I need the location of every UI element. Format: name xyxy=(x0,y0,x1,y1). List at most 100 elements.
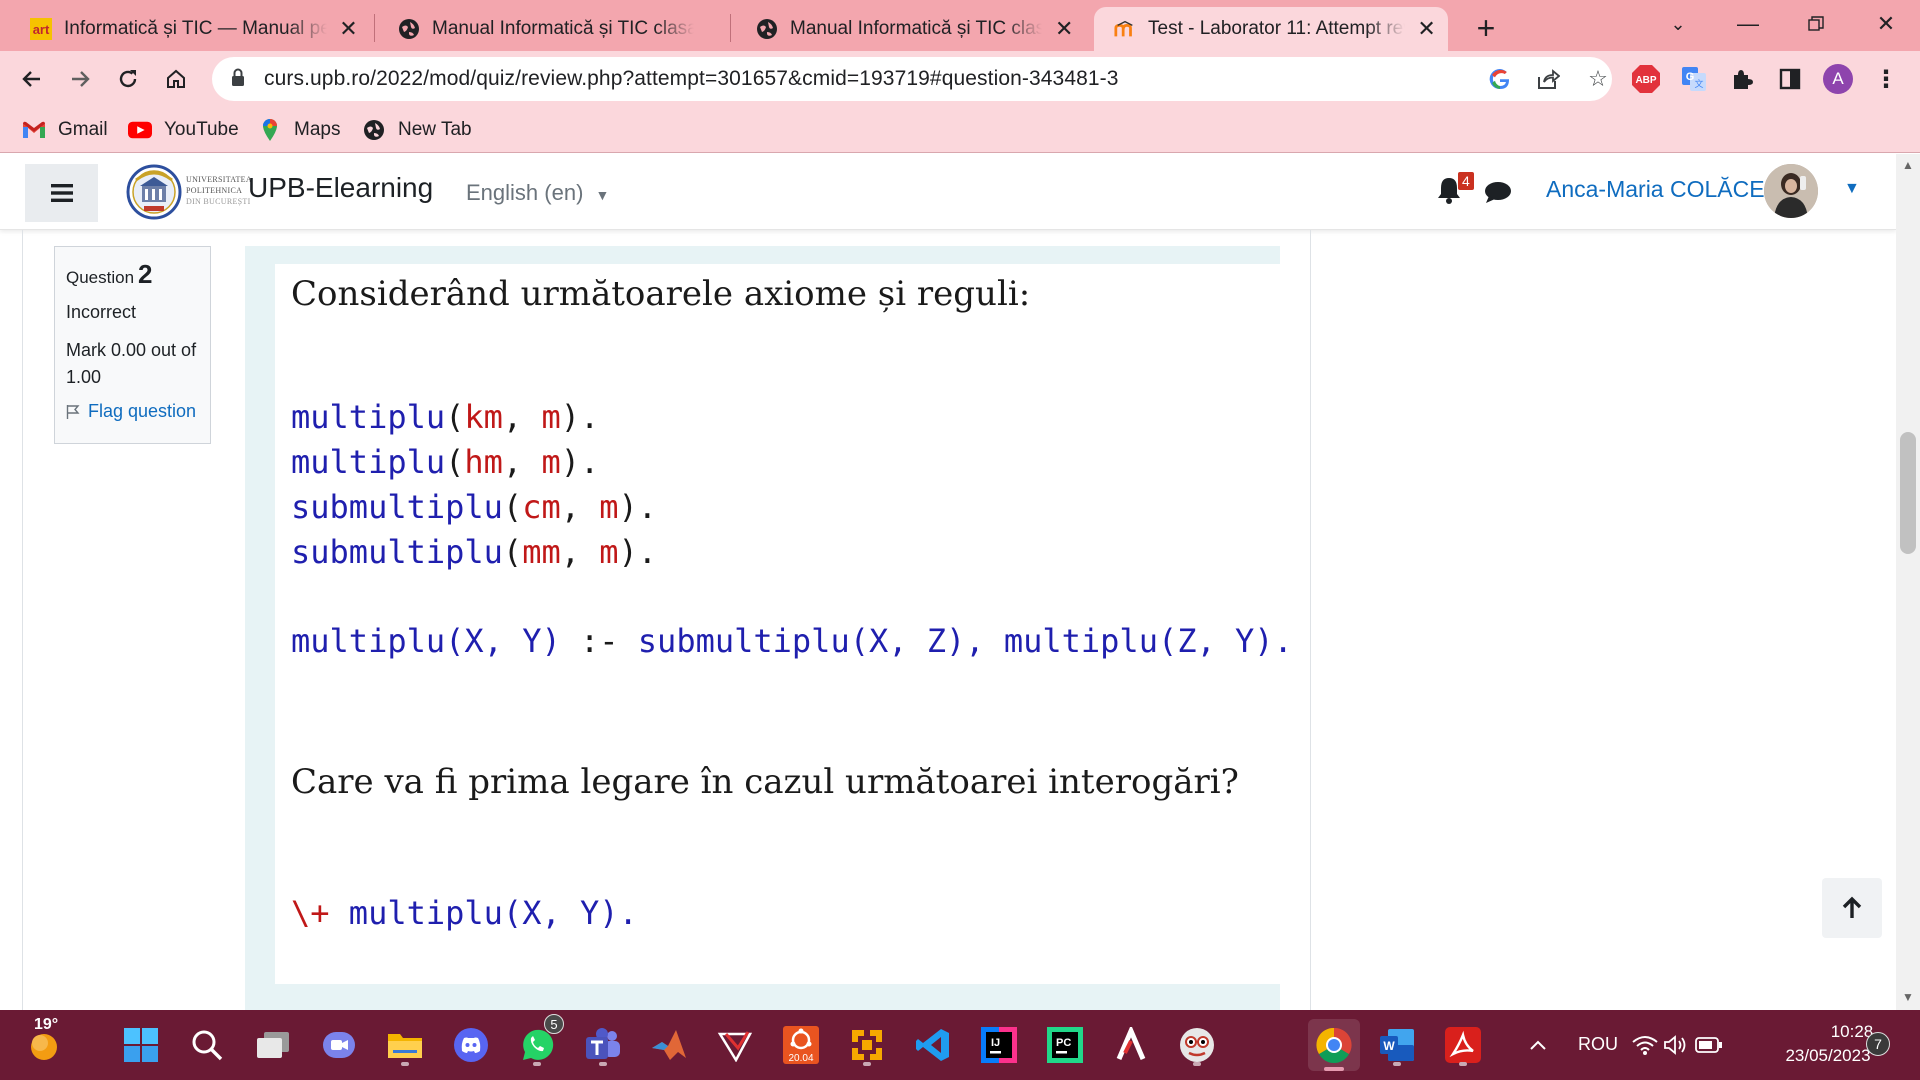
wifi-icon xyxy=(1632,1036,1658,1055)
user-menu-name[interactable]: Anca-Maria COLĂCEL xyxy=(1546,176,1777,203)
page-scrollbar[interactable]: ▲ ▼ xyxy=(1896,154,1920,1010)
browser-tab-1[interactable]: art Informatică și TIC — Manual pentru c… xyxy=(10,7,370,51)
browser-tab-2[interactable]: Manual Informatică și TIC clasa a V-a xyxy=(378,7,728,51)
flag-icon xyxy=(66,404,80,419)
show-hidden-icons-button[interactable] xyxy=(1518,1022,1558,1068)
home-button[interactable] xyxy=(156,59,196,99)
flag-question-link[interactable]: Flag question xyxy=(66,401,199,422)
google-icon[interactable] xyxy=(1486,65,1514,93)
atom: hm xyxy=(464,443,503,481)
acrobat-icon xyxy=(1445,1027,1481,1063)
bookmark-youtube[interactable]: YouTube xyxy=(128,115,239,145)
running-indicator xyxy=(863,1062,871,1066)
running-indicator xyxy=(1459,1062,1467,1066)
question-info-panel: Question 2 Incorrect Mark 0.00 out of 1.0… xyxy=(54,246,211,444)
adblock-plus-icon[interactable]: ABP xyxy=(1630,63,1662,95)
tab-title: Manual Informatică și TIC clasa a V-a xyxy=(790,18,1043,39)
teams-button[interactable] xyxy=(580,1022,626,1068)
scroll-down-arrow-icon[interactable]: ▼ xyxy=(1902,990,1914,1004)
logo-caption: UNIVERSITATEA POLITEHNICA DIN BUCUREȘTI xyxy=(186,174,252,207)
extensions-puzzle-icon[interactable] xyxy=(1726,63,1758,95)
chrome-button[interactable] xyxy=(1308,1019,1360,1071)
atom: km xyxy=(464,398,503,436)
file-explorer-button[interactable] xyxy=(382,1022,428,1068)
share-icon[interactable] xyxy=(1534,65,1562,93)
input-language-indicator[interactable]: ROU xyxy=(1578,1034,1618,1055)
bookmark-new-tab[interactable]: New Tab xyxy=(362,115,472,145)
site-name-link[interactable]: UPB-Elearning xyxy=(248,172,433,204)
minimize-button[interactable]: — xyxy=(1718,4,1778,44)
forward-button[interactable] xyxy=(60,59,100,99)
acrobat-button[interactable] xyxy=(1440,1022,1486,1068)
close-window-button[interactable]: ✕ xyxy=(1856,4,1916,44)
drawer-toggle-button[interactable] xyxy=(25,164,98,222)
question-number-value: 2 xyxy=(138,259,153,289)
notification-count-badge: 4 xyxy=(1458,172,1474,190)
negation-operator: \+ xyxy=(291,894,330,932)
restore-button[interactable] xyxy=(1786,4,1846,44)
network-volume-battery-tray[interactable] xyxy=(1630,1022,1724,1068)
user-menu-caret-icon[interactable]: ▼ xyxy=(1844,180,1860,198)
bookmark-maps[interactable]: Maps xyxy=(258,115,340,145)
word-button[interactable]: W xyxy=(1374,1022,1420,1068)
scrollbar-thumb[interactable] xyxy=(1900,432,1916,554)
new-tab-button[interactable]: + xyxy=(1466,8,1506,48)
teams-chat-button[interactable] xyxy=(316,1022,362,1068)
ubuntu-button[interactable]: 20.04 xyxy=(778,1022,824,1068)
side-panel-icon[interactable] xyxy=(1774,63,1806,95)
logisim-button[interactable] xyxy=(712,1022,758,1068)
game-app-button[interactable] xyxy=(1174,1022,1220,1068)
arduino-button[interactable] xyxy=(1108,1022,1154,1068)
back-to-top-button[interactable] xyxy=(1822,878,1882,938)
translate-icon[interactable]: G文 xyxy=(1678,63,1710,95)
volume-icon xyxy=(1664,1035,1686,1055)
app-icon xyxy=(852,1030,882,1060)
weather-widget[interactable]: 19° xyxy=(14,1016,74,1068)
pycharm-icon: PC xyxy=(1047,1027,1083,1063)
upb-logo[interactable] xyxy=(126,164,182,220)
browser-tab-3[interactable]: Manual Informatică și TIC clasa a V-a ✕ xyxy=(736,7,1086,51)
language-menu[interactable]: English (en) ▼ xyxy=(466,180,609,206)
user-avatar[interactable] xyxy=(1764,164,1818,218)
back-button[interactable] xyxy=(12,59,52,99)
atom: m xyxy=(599,488,619,526)
close-icon[interactable]: ✕ xyxy=(337,16,360,42)
address-bar[interactable]: curs.upb.ro/2022/mod/quiz/review.php?att… xyxy=(212,57,1612,101)
fact-line: multiplu(hm, m). xyxy=(291,443,600,481)
discord-button[interactable] xyxy=(448,1022,494,1068)
rule-args: (X, Z), xyxy=(849,622,985,660)
search-button[interactable] xyxy=(184,1022,230,1068)
atom: m xyxy=(541,443,561,481)
rule-line: multiplu(X, Y) :- submultiplu(X, Z), mul… xyxy=(291,622,1293,660)
close-icon[interactable]: ✕ xyxy=(1415,16,1438,42)
intellij-button[interactable]: IJ xyxy=(976,1022,1022,1068)
bookmark-star-icon[interactable]: ☆ xyxy=(1584,65,1612,93)
question-intro: Considerând următoarele axiome și reguli… xyxy=(291,274,1031,314)
profile-avatar[interactable]: A xyxy=(1822,63,1854,95)
pycharm-button[interactable]: PC xyxy=(1042,1022,1088,1068)
notification-center-badge[interactable]: 7 xyxy=(1866,1032,1890,1056)
predicate: submultiplu xyxy=(291,488,503,526)
matlab-button[interactable] xyxy=(646,1022,692,1068)
tab-search-icon[interactable]: ⌄ xyxy=(1648,4,1708,44)
task-view-button[interactable] xyxy=(250,1022,296,1068)
predicate: multiplu xyxy=(348,894,503,932)
url-text[interactable]: curs.upb.ro/2022/mod/quiz/review.php?att… xyxy=(264,67,1119,91)
atom: mm xyxy=(522,533,561,571)
more-menu-icon[interactable]: ⋮ xyxy=(1870,63,1902,95)
browser-tab-4-active[interactable]: Test - Laborator 11: Attempt review ✕ xyxy=(1094,7,1448,51)
start-button[interactable] xyxy=(118,1022,164,1068)
fact-line: submultiplu(cm, m). xyxy=(291,488,658,526)
svg-text:PC: PC xyxy=(1056,1037,1071,1049)
windows-logo-icon xyxy=(124,1028,158,1062)
vscode-button[interactable] xyxy=(910,1022,956,1068)
scroll-up-arrow-icon[interactable]: ▲ xyxy=(1902,158,1914,172)
messages-chat-icon[interactable] xyxy=(1484,180,1512,204)
lock-icon[interactable] xyxy=(230,67,250,92)
close-icon[interactable]: ✕ xyxy=(1052,16,1076,42)
bookmark-gmail[interactable]: Gmail xyxy=(22,115,108,145)
vm-button[interactable] xyxy=(844,1022,890,1068)
predicate: multiplu xyxy=(291,443,446,481)
whatsapp-button[interactable]: 5 xyxy=(514,1014,564,1068)
reload-button[interactable] xyxy=(108,59,148,99)
